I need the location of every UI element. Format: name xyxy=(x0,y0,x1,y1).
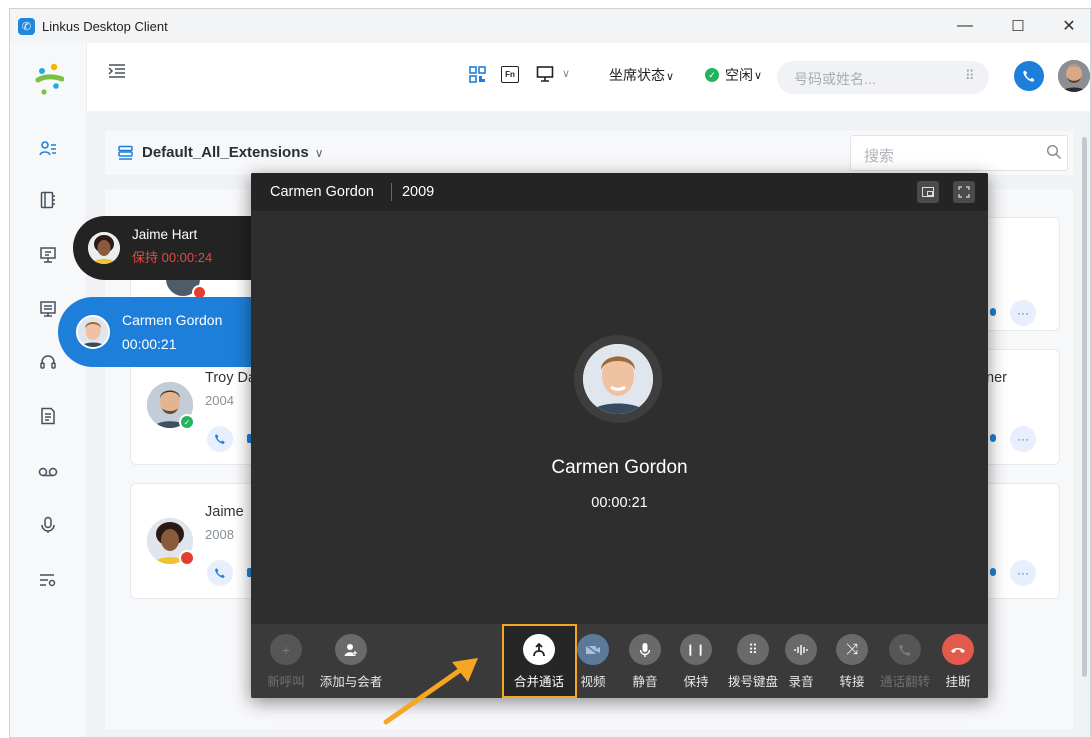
contact-extension: 2008 xyxy=(205,527,234,542)
header-divider xyxy=(390,183,392,201)
more-icon-partial xyxy=(990,434,996,442)
call-icon[interactable] xyxy=(207,560,233,586)
more-icon-partial xyxy=(990,568,996,576)
held-call-status: 保持 00:00:24 xyxy=(132,249,213,265)
desk-phone-icon[interactable] xyxy=(536,65,554,83)
call-window-header: Carmen Gordon 2009 xyxy=(251,173,988,211)
dialpad-icon: ⠿ xyxy=(737,634,769,665)
contact-name: Troy Da xyxy=(205,370,257,386)
contact-name: Jaime xyxy=(205,504,244,520)
hangup-button[interactable]: 挂断 xyxy=(931,634,985,690)
available-status-dot: ✓ xyxy=(179,414,195,430)
video-off-icon xyxy=(577,634,609,665)
record-icon xyxy=(785,634,817,665)
add-participant-icon xyxy=(335,634,367,665)
voicemail-icon[interactable] xyxy=(37,461,59,483)
dial-search-input[interactable]: 号码或姓名... xyxy=(794,69,876,89)
contact-extension: 2004 xyxy=(205,393,234,408)
agent-status-chevron-icon: ∨ xyxy=(666,71,675,83)
flip-call-icon xyxy=(889,634,921,665)
hangup-icon xyxy=(942,634,974,665)
active-call-name: Carmen Gordon xyxy=(122,312,223,328)
dial-call-button[interactable] xyxy=(1014,61,1044,91)
minimize-window-icon[interactable] xyxy=(917,181,939,203)
call-contact-name: Carmen Gordon xyxy=(270,184,374,200)
headset-icon[interactable] xyxy=(37,351,59,373)
title-bar: ✆ Linkus Desktop Client — ☐ ✕ xyxy=(10,9,1090,43)
call-extension: 2009 xyxy=(401,184,435,200)
recordings-icon[interactable] xyxy=(37,514,59,536)
merge-icon xyxy=(523,634,555,665)
extension-search-input[interactable]: 搜索 xyxy=(864,145,894,166)
held-call-avatar xyxy=(88,232,120,264)
more-icon[interactable]: ··· xyxy=(1010,560,1036,586)
annotation-arrow xyxy=(383,658,478,725)
presence-chevron-icon: ∨ xyxy=(754,69,763,82)
fullscreen-icon[interactable] xyxy=(953,181,975,203)
close-button[interactable]: ✕ xyxy=(1046,9,1090,43)
function-key-icon[interactable]: Fn xyxy=(501,66,519,83)
plus-icon: + xyxy=(270,634,302,665)
qr-code-icon[interactable] xyxy=(469,66,486,83)
call-toolbar: + 新呼叫 添加与会者 合并通话 视频 静音 ❙❙ 保持 ⠿ 拨号键盘 录音 ⤨… xyxy=(251,624,988,698)
search-icon[interactable] xyxy=(1046,144,1062,165)
agent-status-dropdown[interactable]: 坐席状态∨ xyxy=(609,65,674,85)
more-icon-partial xyxy=(990,308,996,316)
device-chevron-icon[interactable]: ∨ xyxy=(562,67,570,80)
maximize-button[interactable]: ☐ xyxy=(995,9,1041,43)
add-participant-button[interactable]: 添加与会者 xyxy=(311,634,391,690)
call-icon[interactable] xyxy=(207,426,233,452)
presence-dropdown[interactable]: ✓ 空闲 ∨ xyxy=(705,65,762,85)
collapse-sidebar-icon[interactable] xyxy=(108,63,126,79)
extension-search-box[interactable]: 搜索 xyxy=(850,135,1068,171)
transfer-button[interactable]: ⤨ 转接 xyxy=(825,634,879,690)
call-contact-name-large: Carmen Gordon xyxy=(551,457,688,478)
dialpad-grid-icon[interactable]: ⠿ xyxy=(965,68,974,84)
window-title: Linkus Desktop Client xyxy=(42,18,168,34)
operator-panel-icon[interactable] xyxy=(37,298,59,320)
mute-button[interactable]: 静音 xyxy=(618,634,672,690)
video-button[interactable]: 视频 xyxy=(568,634,618,690)
user-avatar[interactable] xyxy=(1058,60,1090,92)
group-selector[interactable]: Default_All_Extensions ∨ xyxy=(142,144,324,161)
more-icon[interactable]: ··· xyxy=(1010,300,1036,326)
call-window: Carmen Gordon 2009 Carmen Gordon 00:00:2… xyxy=(251,173,988,698)
left-sidebar xyxy=(10,43,87,737)
held-call-name: Jaime Hart xyxy=(132,226,198,242)
content-scrollbar[interactable] xyxy=(1082,137,1087,677)
app-logo-icon: ✆ xyxy=(18,17,35,35)
available-check-icon: ✓ xyxy=(705,68,719,82)
contact-name-partial: ner xyxy=(986,370,1007,386)
group-header: Default_All_Extensions ∨ 搜索 xyxy=(105,131,1073,175)
new-call-button[interactable]: + 新呼叫 xyxy=(259,634,313,690)
busy-status-dot xyxy=(179,550,195,566)
active-call-timer: 00:00:21 xyxy=(122,336,177,352)
hold-button[interactable]: ❙❙ 保持 xyxy=(669,634,723,690)
group-chevron-icon: ∨ xyxy=(314,146,324,160)
top-bar: Fn ∨ 坐席状态∨ ✓ 空闲 ∨ 号码或姓名... ⠿ xyxy=(87,43,1090,111)
queue-panel-icon[interactable] xyxy=(37,244,59,266)
dial-search-box[interactable]: 号码或姓名... ⠿ xyxy=(777,61,989,94)
settings-list-icon[interactable] xyxy=(37,569,59,591)
microphone-icon xyxy=(629,634,661,665)
merge-call-button[interactable]: 合并通话 xyxy=(507,634,571,690)
minimize-button[interactable]: — xyxy=(942,9,988,43)
record-button[interactable]: 录音 xyxy=(774,634,828,690)
transfer-icon: ⤨ xyxy=(836,634,868,665)
yeastar-logo-icon xyxy=(35,63,64,95)
more-icon[interactable]: ··· xyxy=(1010,426,1036,452)
phonebook-icon[interactable] xyxy=(37,189,59,211)
contacts-icon[interactable] xyxy=(37,138,59,160)
call-logs-icon[interactable] xyxy=(37,405,59,427)
group-list-icon[interactable] xyxy=(117,145,134,162)
call-timer: 00:00:21 xyxy=(591,495,648,511)
active-call-avatar xyxy=(76,315,110,349)
flip-call-button[interactable]: 通话翻转 xyxy=(878,634,932,690)
pause-icon: ❙❙ xyxy=(680,634,712,665)
call-avatar xyxy=(583,344,653,414)
